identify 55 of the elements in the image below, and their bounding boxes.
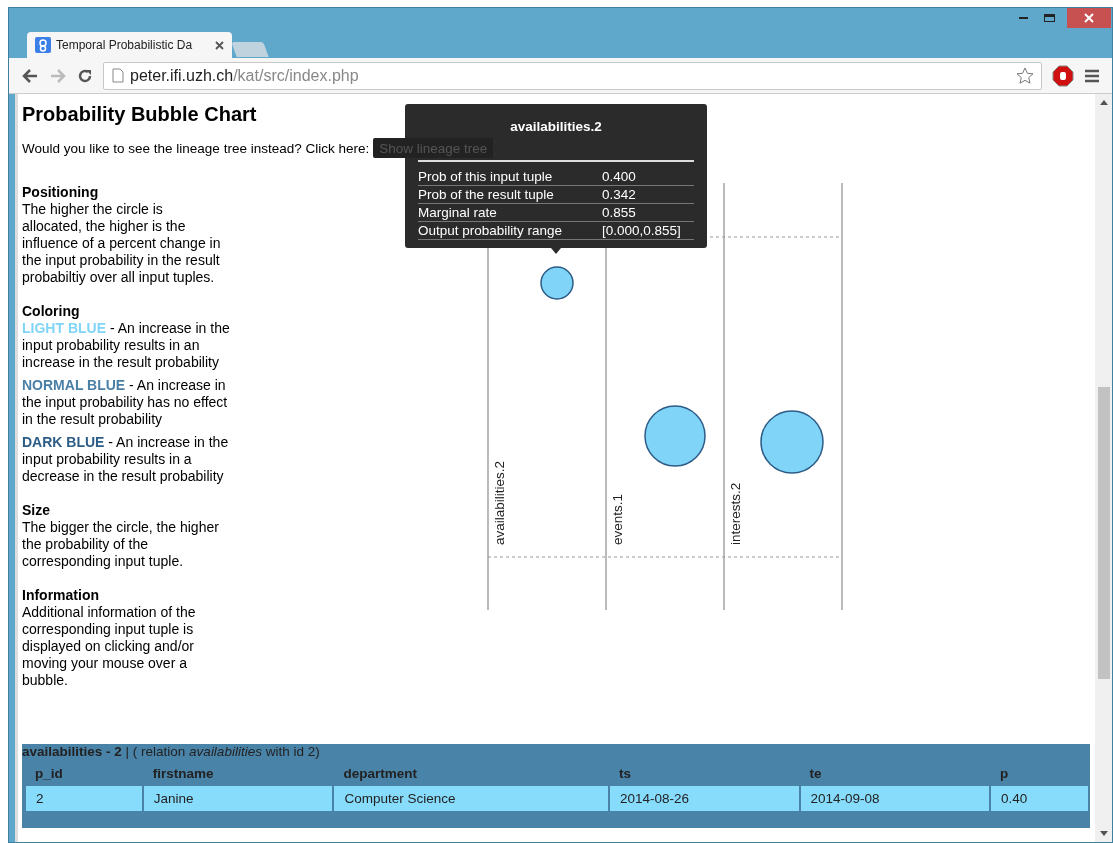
address-bar[interactable]: peter.ifi.uzh.ch/kat/src/index.php bbox=[103, 61, 1042, 90]
menu-icon[interactable] bbox=[1084, 68, 1100, 83]
color-description: DARK BLUE - An increase in the input probability results in a decrease in the result probability bbox=[22, 434, 230, 485]
url-host: peter.ifi.uzh.ch bbox=[130, 66, 234, 84]
section-title: Size bbox=[22, 502, 51, 519]
column-label: interests.2 bbox=[728, 482, 743, 545]
tooltip-label: Marginal rate bbox=[418, 204, 498, 221]
section-title: Positioning bbox=[22, 184, 100, 201]
scroll-up-icon[interactable] bbox=[1099, 100, 1108, 105]
scrollbar[interactable] bbox=[1095, 94, 1112, 842]
back-icon[interactable] bbox=[21, 67, 39, 84]
table-cell: 0.40 bbox=[990, 785, 1089, 813]
close-tab-icon[interactable] bbox=[215, 40, 224, 50]
column-header: department bbox=[342, 765, 418, 783]
bubble bbox=[760, 410, 824, 474]
browser-tab[interactable]: Temporal Probabilistic Da bbox=[27, 32, 232, 58]
table-cell: 2014-08-26 bbox=[608, 785, 800, 813]
tooltip-value: 0.342 bbox=[602, 186, 636, 203]
tooltip-value: 0.400 bbox=[602, 168, 636, 185]
section-text: The bigger the circle, the higher the probability of the corresponding input tuple. bbox=[22, 519, 220, 570]
column-label: availabilities.2 bbox=[492, 460, 507, 545]
scroll-thumb[interactable] bbox=[1098, 387, 1110, 679]
column-label: events.1 bbox=[610, 493, 625, 545]
tooltip-label: Prob of the result tuple bbox=[418, 186, 555, 203]
column-header: p bbox=[999, 765, 1010, 783]
tooltip-label: Output probability range bbox=[418, 222, 564, 239]
tooltip-value: [0.000,0.855] bbox=[602, 222, 681, 239]
close-icon bbox=[1084, 13, 1094, 23]
scroll-down-icon[interactable] bbox=[1099, 831, 1108, 836]
prompt-text: Would you like to see the lineage tree instead? Click here: bbox=[22, 139, 370, 157]
table-cell: 2014-09-08 bbox=[799, 785, 991, 813]
tooltip-label: Prob of this input tuple bbox=[418, 168, 554, 185]
url-path: /kat/src/index.php bbox=[233, 66, 359, 84]
section-text: The higher the circle is allocated, the higher is the influence of a percent change in the input probability in the result probabiltiy over all input tuples. bbox=[22, 201, 222, 286]
close-button[interactable] bbox=[1067, 8, 1111, 28]
column-header: firstname bbox=[151, 765, 215, 783]
section-title: Coloring bbox=[22, 303, 81, 320]
table-cell: 2 bbox=[25, 785, 143, 813]
bubble bbox=[540, 266, 574, 300]
table-cell: Janine bbox=[142, 785, 334, 813]
tooltip-value: 0.855 bbox=[602, 204, 636, 221]
bubble bbox=[644, 405, 706, 467]
table-cell: Computer Science bbox=[333, 785, 609, 813]
column-header: ts bbox=[617, 765, 632, 783]
detail-caption: availabilities - 2 | ( relation availabilities with id 2) bbox=[22, 744, 321, 760]
page-icon bbox=[112, 68, 124, 83]
column-header: te bbox=[808, 765, 823, 783]
page-heading: Probability Bubble Chart bbox=[22, 102, 257, 126]
section-title: Information bbox=[22, 587, 100, 604]
color-description: NORMAL BLUE - An increase in the input probability has no effect in the result probability bbox=[22, 377, 229, 428]
section-text: Additional information of the corresponding input tuple is displayed on clicking and/or moving your mouse over a bubble. bbox=[22, 604, 197, 689]
color-description: LIGHT BLUE - An increase in the input probability results in an increase in the result probability bbox=[22, 320, 231, 371]
reload-icon[interactable] bbox=[77, 67, 93, 84]
column-header: p_id bbox=[34, 765, 64, 783]
star-icon[interactable] bbox=[1015, 65, 1035, 86]
